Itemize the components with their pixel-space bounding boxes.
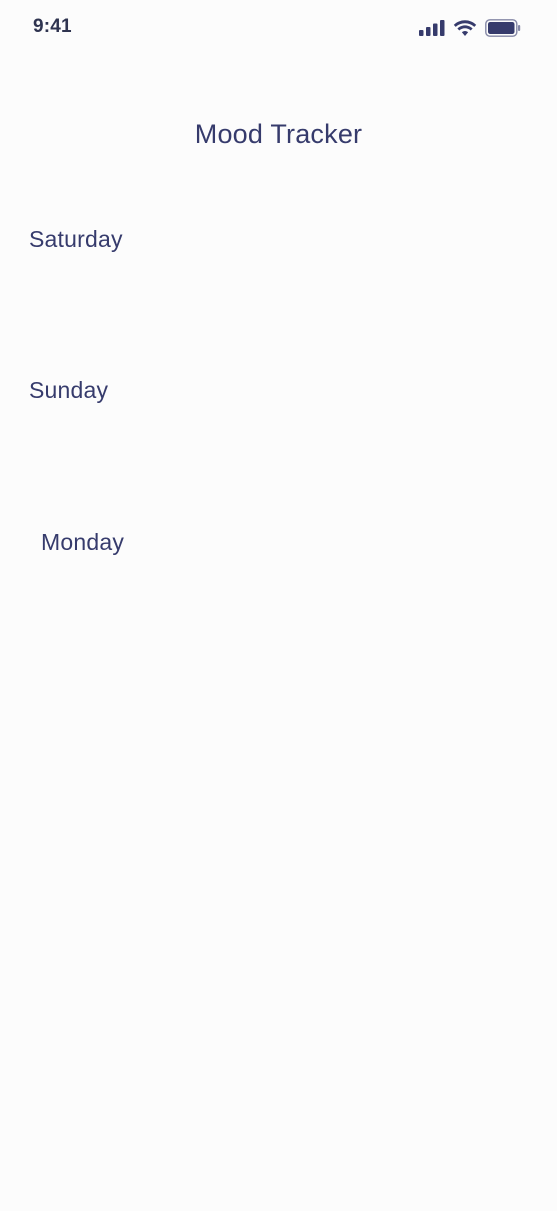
day-item-monday[interactable]: Monday <box>41 529 124 556</box>
day-item-sunday[interactable]: Sunday <box>29 377 108 404</box>
day-list: Saturday Sunday Monday <box>0 0 557 1211</box>
day-item-saturday[interactable]: Saturday <box>29 226 123 253</box>
